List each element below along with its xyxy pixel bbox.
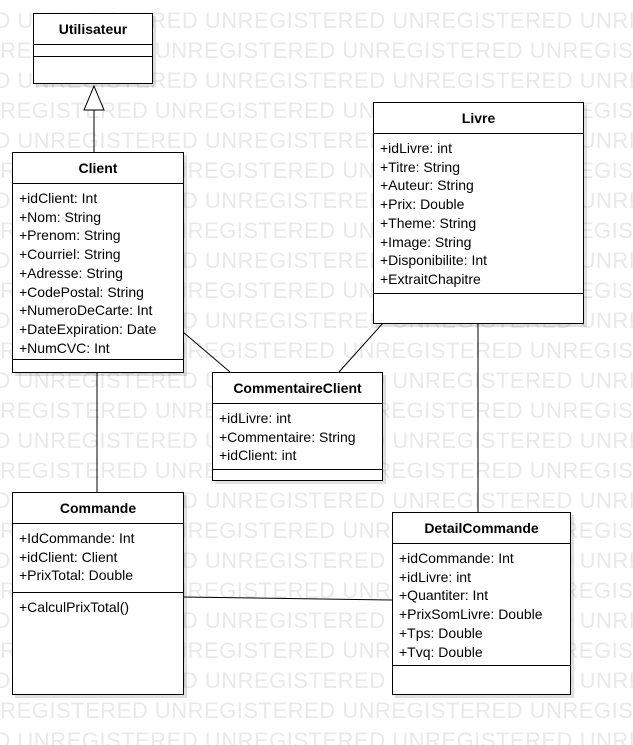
operations-compartment	[213, 470, 382, 475]
association-livre-commentaire	[338, 322, 384, 373]
operation: +CalculPrixTotal()	[19, 599, 130, 615]
attributes-compartment: +idClient: Int +Nom: String +Prenom: Str…	[13, 184, 183, 360]
operations-compartment	[13, 360, 183, 365]
attribute: +idCommande: Int	[399, 550, 514, 566]
attribute: +Titre: String	[380, 158, 461, 175]
attribute: +Disponibilite: Int	[380, 252, 488, 269]
attribute: +ExtraitChapitre	[380, 270, 481, 287]
class-name: Client	[13, 153, 183, 184]
attribute: +Prenom: String	[19, 227, 121, 244]
attribute: +idClient: Client	[19, 548, 118, 565]
attribute: +NumeroDeCarte: Int	[19, 302, 153, 319]
attribute: +Adresse: String	[19, 264, 123, 281]
attribute: +idClient: Int	[19, 190, 98, 206]
attribute: +Auteur: String	[380, 177, 474, 194]
attribute: +Image: String	[380, 233, 472, 250]
attribute: +Tps: Double	[399, 624, 483, 641]
operations-compartment: +CalculPrixTotal()	[13, 593, 183, 617]
class-commande[interactable]: Commande +IdCommande: Int +idClient: Cli…	[12, 492, 184, 695]
attribute: +Quantiter: Int	[399, 587, 489, 604]
operations-compartment	[393, 666, 570, 671]
class-name: Utilisateur	[34, 14, 152, 45]
attribute: +IdCommande: Int	[19, 530, 135, 546]
attribute: +Courriel: String	[19, 246, 121, 263]
class-commentaire-client[interactable]: CommentaireClient +idLivre: int +Comment…	[212, 372, 383, 481]
association-commande-detailcommande	[182, 596, 393, 601]
attribute: +Commentaire: String	[219, 428, 356, 445]
class-detail-commande[interactable]: DetailCommande +idCommande: Int +idLivre…	[392, 512, 571, 695]
association-client-commentaire	[182, 331, 231, 373]
attribute: +idLivre: int	[219, 410, 291, 426]
class-client[interactable]: Client +idClient: Int +Nom: String +Pren…	[12, 152, 184, 373]
attribute: +PrixTotal: Double	[19, 567, 134, 584]
attribute: +NumCVC: Int	[19, 339, 110, 356]
class-name: CommentaireClient	[213, 373, 382, 404]
attribute: +Prix: Double	[380, 196, 465, 213]
attribute: +idClient: int	[219, 447, 297, 464]
operations-compartment	[374, 294, 583, 299]
attribute: +PrixSomLivre: Double	[399, 606, 543, 623]
attribute: +idLivre: int	[399, 568, 471, 585]
attribute: +DateExpiration: Date	[19, 320, 157, 337]
class-livre[interactable]: Livre +idLivre: int +Titre: String +Aute…	[373, 102, 584, 324]
attribute: +CodePostal: String	[19, 283, 144, 300]
attributes-compartment	[34, 45, 152, 57]
attribute: +idLivre: int	[380, 140, 452, 156]
class-name: DetailCommande	[393, 513, 570, 544]
class-utilisateur[interactable]: Utilisateur	[33, 13, 153, 84]
attribute: +Nom: String	[19, 208, 102, 225]
attributes-compartment: +idLivre: int +Titre: String +Auteur: St…	[374, 134, 583, 294]
attribute: +Tvq: Double	[399, 643, 483, 660]
class-name: Livre	[374, 103, 583, 134]
class-name: Commande	[13, 493, 183, 524]
attributes-compartment: +idCommande: Int +idLivre: int +Quantite…	[393, 544, 570, 666]
attributes-compartment: +IdCommande: Int +idClient: Client +Prix…	[13, 524, 183, 593]
operations-compartment	[34, 57, 152, 62]
attributes-compartment: +idLivre: int +Commentaire: String +idCl…	[213, 404, 382, 470]
attribute: +Theme: String	[380, 214, 477, 231]
generalization-arrowhead	[83, 84, 105, 111]
